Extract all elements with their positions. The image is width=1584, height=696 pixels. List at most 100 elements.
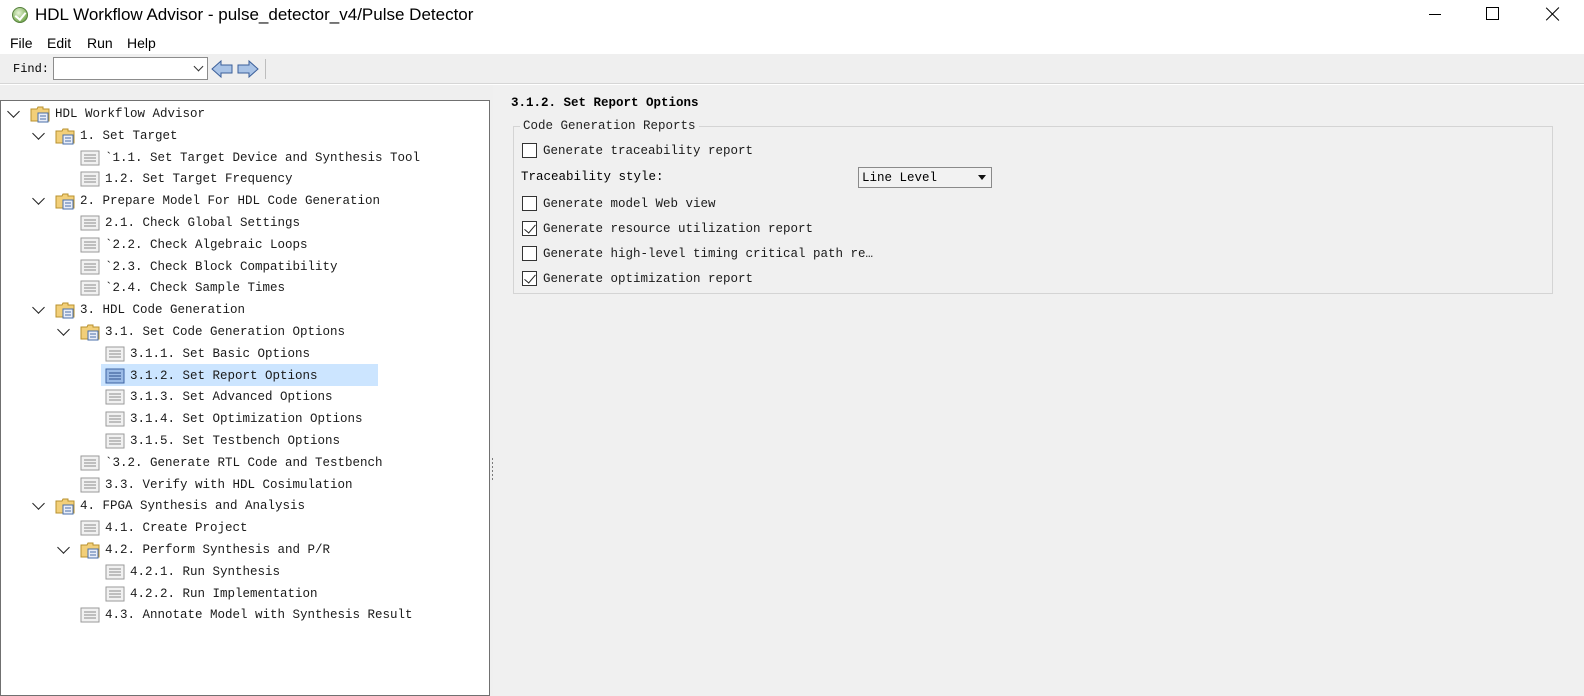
tree-item[interactable]: 4.2. Perform Synthesis and P/R [0, 539, 485, 561]
menu-run[interactable]: Run [87, 35, 113, 51]
task-icon [80, 237, 100, 253]
tree-item-label: 4.2. Perform Synthesis and P/R [105, 543, 331, 557]
page-title: 3.1.2. Set Report Options [511, 96, 699, 110]
tree-item-label: 3. HDL Code Generation [80, 303, 246, 318]
task-icon [80, 280, 100, 296]
chevron-down-icon[interactable] [193, 61, 204, 72]
folder-icon [55, 302, 75, 319]
chevron-down-icon[interactable] [7, 105, 20, 118]
tree-item-label: 2.1. Check Global Settings [105, 216, 301, 230]
task-icon [105, 564, 125, 580]
checkbox[interactable] [522, 221, 537, 236]
task-icon [80, 215, 100, 231]
task-icon [105, 411, 125, 427]
chevron-down-icon[interactable] [57, 323, 70, 336]
chevron-down-icon[interactable] [32, 126, 45, 140]
option-label: Generate resource utilization report [543, 222, 814, 236]
menu-help[interactable]: Help [127, 35, 156, 51]
pane-header-strip [0, 85, 490, 100]
tree-item-label: 1. Set Target [80, 128, 178, 143]
tree-item[interactable]: 2. Prepare Model For HDL Code Generation [0, 190, 485, 212]
menu-edit[interactable]: Edit [47, 35, 71, 51]
tree-item[interactable]: `2.3. Check Block Compatibility [0, 256, 485, 278]
chevron-down-icon[interactable] [57, 541, 70, 554]
folder-icon [30, 106, 50, 123]
options-panel: 3.1.2. Set Report Options Code Generatio… [493, 85, 1584, 696]
task-icon [80, 171, 100, 187]
tree-item-label: 4.2.2. Run Implementation [130, 586, 318, 601]
back-arrow-icon[interactable] [210, 59, 234, 79]
minimize-icon[interactable] [1429, 14, 1441, 15]
tree-item-label: 3.1.2. Set Report Options [130, 368, 318, 383]
tree-item[interactable]: `2.2. Check Algebraic Loops [0, 234, 485, 256]
folder-icon [55, 498, 75, 515]
tree-item-label: `1.1. Set Target Device and Synthesis To… [105, 150, 421, 165]
tree-item[interactable]: 3.1.3. Set Advanced Options [0, 386, 485, 408]
task-icon [105, 433, 125, 449]
checkbox[interactable] [522, 246, 537, 261]
traceability-style-value: Line Level [862, 171, 938, 185]
dropdown-arrow-icon[interactable] [978, 175, 986, 180]
task-icon [105, 346, 125, 362]
close-icon[interactable] [1545, 6, 1561, 22]
tree-item[interactable]: 4. FPGA Synthesis and Analysis [0, 495, 485, 517]
chevron-down-icon[interactable] [32, 192, 45, 206]
tree-item[interactable]: 3.1.4. Set Optimization Options [0, 408, 485, 430]
tree-item[interactable]: 3.1. Set Code Generation Options [0, 321, 485, 343]
tree-item[interactable]: 1. Set Target [0, 125, 485, 147]
chevron-down-icon[interactable] [32, 301, 45, 315]
task-icon [80, 520, 100, 536]
traceability-style-select[interactable]: Line Level [858, 167, 992, 188]
tree-item[interactable]: `2.4. Check Sample Times [0, 277, 485, 299]
tree-item[interactable]: 4.1. Create Project [0, 517, 485, 539]
tree-item-label: `2.2. Check Algebraic Loops [105, 237, 308, 252]
checkbox[interactable] [522, 271, 537, 286]
tree-item-label: 3.3. Verify with HDL Cosimulation [105, 477, 353, 492]
tree-item[interactable]: 2.1. Check Global Settings [0, 212, 485, 234]
toolbar-separator [265, 59, 266, 79]
tree-item-label: 3.1.5. Set Testbench Options [130, 434, 341, 448]
forward-arrow-icon[interactable] [236, 59, 260, 79]
traceability-style-label: Traceability style: [521, 170, 664, 184]
tree-item-label: 1.2. Set Target Frequency [105, 172, 293, 187]
tree-item[interactable]: 3.1.1. Set Basic Options [0, 343, 485, 365]
tree-item[interactable]: HDL Workflow Advisor [0, 103, 485, 125]
task-icon [80, 150, 100, 166]
tree-item[interactable]: `1.1. Set Target Device and Synthesis To… [0, 147, 485, 169]
app-check-icon [12, 7, 28, 23]
find-input[interactable] [53, 57, 208, 80]
tree-item-label: 4.1. Create Project [105, 521, 248, 536]
task-icon [80, 477, 100, 493]
folder-icon [80, 542, 100, 559]
tree-item-label: 3.1.3. Set Advanced Options [130, 390, 333, 405]
task-icon [80, 259, 100, 275]
checkbox[interactable] [522, 143, 537, 158]
checkbox[interactable] [522, 196, 537, 211]
window-title: HDL Workflow Advisor - pulse_detector_v4… [35, 5, 474, 24]
tree-item-label: 3.1.1. Set Basic Options [130, 346, 311, 361]
menu-bar: File Edit Run Help [0, 32, 1584, 54]
maximize-icon[interactable] [1486, 7, 1499, 20]
folder-icon [55, 193, 75, 210]
tree-item[interactable]: `3.2. Generate RTL Code and Testbench [0, 452, 485, 474]
group-title: Code Generation Reports [520, 119, 699, 133]
title-bar: HDL Workflow Advisor - pulse_detector_v4… [0, 0, 1584, 30]
tree-item[interactable]: 3.1.2. Set Report Options [0, 365, 485, 387]
tree-item[interactable]: 1.2. Set Target Frequency [0, 168, 485, 190]
option-label: Generate high-level timing critical path… [543, 247, 874, 261]
folder-icon [55, 128, 75, 145]
tree-item[interactable]: 3. HDL Code Generation [0, 299, 485, 321]
tree-item[interactable]: 4.3. Annotate Model with Synthesis Resul… [0, 604, 485, 626]
tree-item[interactable]: 4.2.1. Run Synthesis [0, 561, 485, 583]
chevron-down-icon[interactable] [32, 497, 45, 511]
task-icon [105, 586, 125, 602]
task-icon [80, 607, 100, 623]
tree-item-label: 3.1.4. Set Optimization Options [130, 412, 363, 427]
tree-item[interactable]: 3.1.5. Set Testbench Options [0, 430, 485, 452]
tree-item-label: `2.4. Check Sample Times [105, 281, 286, 296]
task-icon [105, 389, 125, 405]
tree-item[interactable]: 4.2.2. Run Implementation [0, 583, 485, 605]
tree-item[interactable]: 3.3. Verify with HDL Cosimulation [0, 474, 485, 496]
toolbar: Find: [0, 54, 1584, 84]
menu-file[interactable]: File [10, 35, 33, 51]
